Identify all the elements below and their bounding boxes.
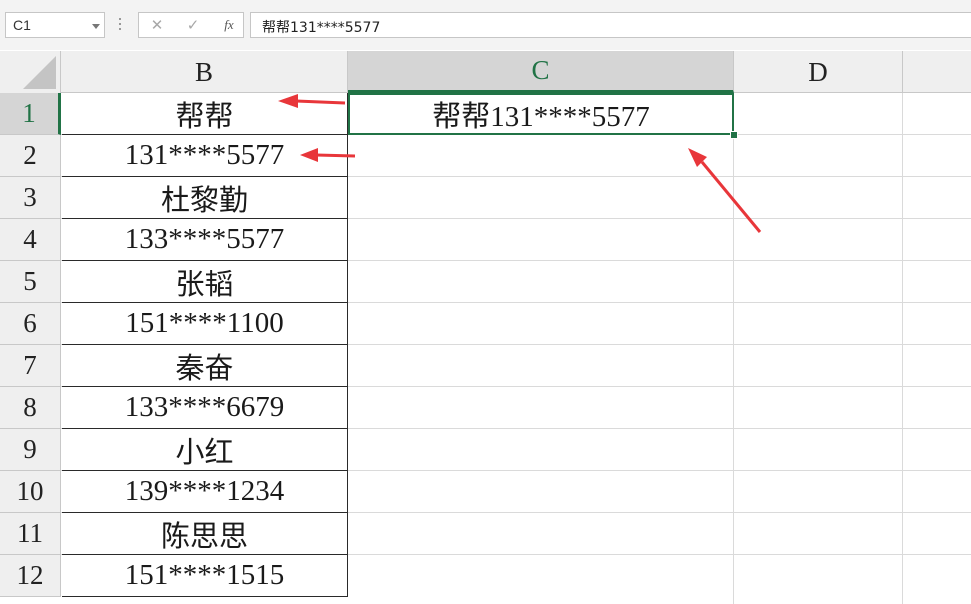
cell-b8[interactable]: 133****6679 bbox=[62, 387, 348, 429]
formula-text: 帮帮131****5577 bbox=[262, 20, 381, 36]
cell-b5[interactable]: 张韬 bbox=[62, 261, 348, 303]
insert-function-icon[interactable]: fx bbox=[215, 15, 243, 35]
row-header-3[interactable]: 3 bbox=[0, 177, 61, 219]
confirm-icon[interactable]: ✓ bbox=[179, 15, 207, 35]
cell-c1-active[interactable]: 帮帮131****5577 bbox=[348, 93, 734, 135]
row-header-9[interactable]: 9 bbox=[0, 429, 61, 471]
cell-b3[interactable]: 杜黎勤 bbox=[62, 177, 348, 219]
formula-buttons: ✕ ✓ fx bbox=[138, 12, 244, 38]
drag-handle-icon[interactable] bbox=[117, 15, 123, 35]
row-header-1[interactable]: 1 bbox=[0, 93, 61, 135]
row-header-7[interactable]: 7 bbox=[0, 345, 61, 387]
column-header-e[interactable] bbox=[903, 51, 971, 93]
column-header-b[interactable]: B bbox=[61, 51, 348, 93]
cell-b6[interactable]: 151****1100 bbox=[62, 303, 348, 345]
row-header-5[interactable]: 5 bbox=[0, 261, 61, 303]
row-header-10[interactable]: 10 bbox=[0, 471, 61, 513]
gridline bbox=[733, 93, 734, 604]
cell-b1[interactable]: 帮帮 bbox=[62, 93, 348, 135]
column-header-d[interactable]: D bbox=[734, 51, 903, 93]
cell-b2[interactable]: 131****5577 bbox=[62, 135, 348, 177]
cell-b12[interactable]: 151****1515 bbox=[62, 555, 348, 597]
name-box[interactable]: C1 bbox=[5, 12, 105, 38]
row-header-11[interactable]: 11 bbox=[0, 513, 61, 555]
select-all-button[interactable] bbox=[0, 51, 61, 93]
formula-bar: C1 ✕ ✓ fx 帮帮131****5577 bbox=[0, 0, 971, 50]
row-header-8[interactable]: 8 bbox=[0, 387, 61, 429]
formula-input[interactable]: 帮帮131****5577 bbox=[250, 12, 971, 38]
fill-handle[interactable] bbox=[730, 131, 738, 139]
row-header-6[interactable]: 6 bbox=[0, 303, 61, 345]
cell-b11[interactable]: 陈思思 bbox=[62, 513, 348, 555]
arrow-to-c1 bbox=[688, 148, 762, 233]
name-box-value: C1 bbox=[13, 17, 31, 33]
gridline bbox=[902, 93, 903, 604]
column-header-c[interactable]: C bbox=[348, 51, 734, 93]
cell-b10[interactable]: 139****1234 bbox=[62, 471, 348, 513]
row-header-4[interactable]: 4 bbox=[0, 219, 61, 261]
cell-b9[interactable]: 小红 bbox=[62, 429, 348, 471]
cell-b7[interactable]: 秦奋 bbox=[62, 345, 348, 387]
chevron-down-icon[interactable] bbox=[92, 24, 100, 29]
cancel-icon[interactable]: ✕ bbox=[143, 15, 171, 35]
row-header-2[interactable]: 2 bbox=[0, 135, 61, 177]
cell-b4[interactable]: 133****5577 bbox=[62, 219, 348, 261]
select-all-triangle-icon bbox=[23, 56, 56, 89]
row-header-12[interactable]: 12 bbox=[0, 555, 61, 597]
